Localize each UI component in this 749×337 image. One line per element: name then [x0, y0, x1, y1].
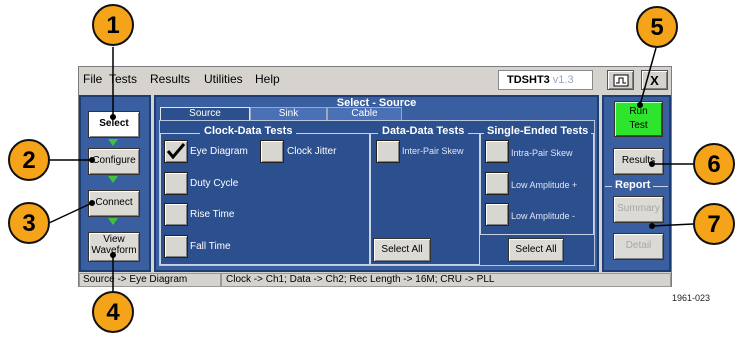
callout-2: 2	[8, 139, 50, 181]
callout-1: 1	[92, 4, 134, 46]
callout-5: 5	[636, 6, 678, 48]
callout-7: 7	[693, 203, 735, 245]
callout-3: 3	[8, 202, 50, 244]
callout-leaders	[48, 47, 694, 292]
callout-6: 6	[693, 143, 735, 185]
callout-4: 4	[92, 291, 134, 333]
